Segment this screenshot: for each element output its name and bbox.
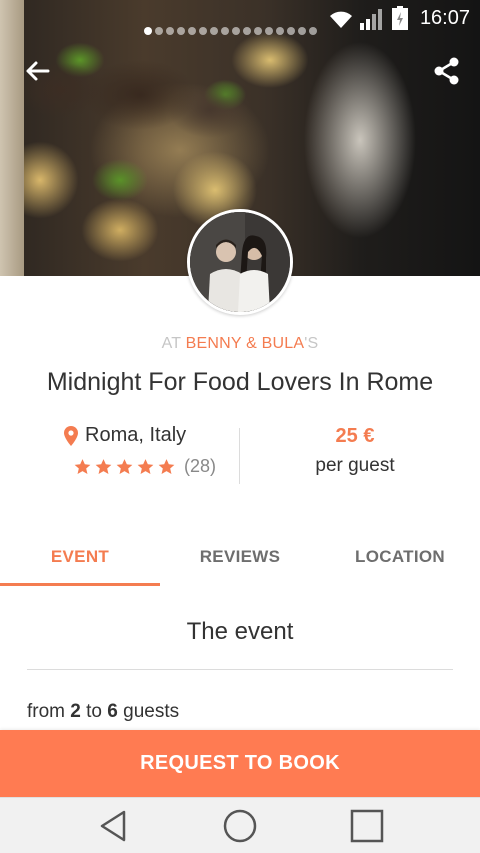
guests-to-label: to xyxy=(80,701,108,722)
request-to-book-button[interactable]: REQUEST TO BOOK xyxy=(0,730,480,797)
star-icon xyxy=(116,458,133,474)
navigation-bar xyxy=(0,797,480,853)
price-unit: per guest xyxy=(315,455,395,476)
pager-dot xyxy=(188,27,196,35)
section-title: The event xyxy=(186,618,294,645)
rating[interactable]: (28) xyxy=(73,456,216,477)
pager-dot xyxy=(210,27,218,35)
back-triangle-icon[interactable] xyxy=(94,806,134,846)
battery-icon xyxy=(392,6,408,30)
host-line: AT BENNY & BULA'S xyxy=(0,335,480,353)
share-button[interactable] xyxy=(432,56,462,86)
host-prefix: AT xyxy=(161,335,186,352)
host-name-link[interactable]: BENNY & BULA xyxy=(186,335,305,352)
pager-dot xyxy=(166,27,174,35)
back-button[interactable] xyxy=(22,56,52,86)
guests-max: 6 xyxy=(107,701,118,722)
tab-event[interactable]: EVENT xyxy=(0,536,160,588)
rating-count: (28) xyxy=(184,456,217,476)
hero-photo-bread-edge xyxy=(0,0,24,276)
pager-dot xyxy=(265,27,273,35)
location-label: Roma, Italy xyxy=(85,424,187,446)
pager-dot xyxy=(287,27,295,35)
pager-dot xyxy=(199,27,207,35)
star-icon xyxy=(158,458,175,474)
share-icon xyxy=(434,57,459,85)
recents-square-icon[interactable] xyxy=(347,806,387,846)
event-location[interactable]: Roma, Italy xyxy=(64,424,186,447)
guests-suffix: guests xyxy=(117,701,180,722)
tab-bar: EVENT REVIEWS LOCATION xyxy=(0,536,480,588)
wifi-icon xyxy=(330,11,352,28)
pager-dot xyxy=(232,27,240,35)
star-icon xyxy=(74,458,91,474)
price: 25 € xyxy=(335,425,375,447)
arrow-left-icon xyxy=(26,61,50,81)
pager-dot xyxy=(243,27,251,35)
tab-reviews[interactable]: REVIEWS xyxy=(160,536,320,588)
tab-location[interactable]: LOCATION xyxy=(320,536,480,588)
pager-dot xyxy=(309,27,317,35)
map-pin-icon xyxy=(64,425,78,446)
pager-dot xyxy=(276,27,284,35)
signal-icon xyxy=(360,9,382,30)
host-suffix: 'S xyxy=(304,335,319,352)
pager-dot xyxy=(144,27,152,35)
pager-dot xyxy=(254,27,262,35)
pager-dot xyxy=(298,27,306,35)
pager-dot xyxy=(155,27,163,35)
star-icon xyxy=(137,458,154,474)
status-icons xyxy=(328,6,408,30)
host-photo xyxy=(190,212,290,312)
star-icon xyxy=(95,458,112,474)
status-time: 16:07 xyxy=(419,7,470,29)
home-circle-icon[interactable] xyxy=(220,806,260,846)
photo-pager-dots xyxy=(144,27,317,35)
rating-stars xyxy=(73,458,176,476)
event-title: Midnight For Food Lovers In Rome xyxy=(46,368,434,396)
section-divider xyxy=(27,669,453,670)
guests-from-label: from xyxy=(27,701,71,722)
guests-min: 2 xyxy=(70,701,81,722)
guests-range: from 2 to 6 guests xyxy=(27,701,179,723)
pager-dot xyxy=(177,27,185,35)
pager-dot xyxy=(221,27,229,35)
host-avatar[interactable] xyxy=(187,209,293,315)
